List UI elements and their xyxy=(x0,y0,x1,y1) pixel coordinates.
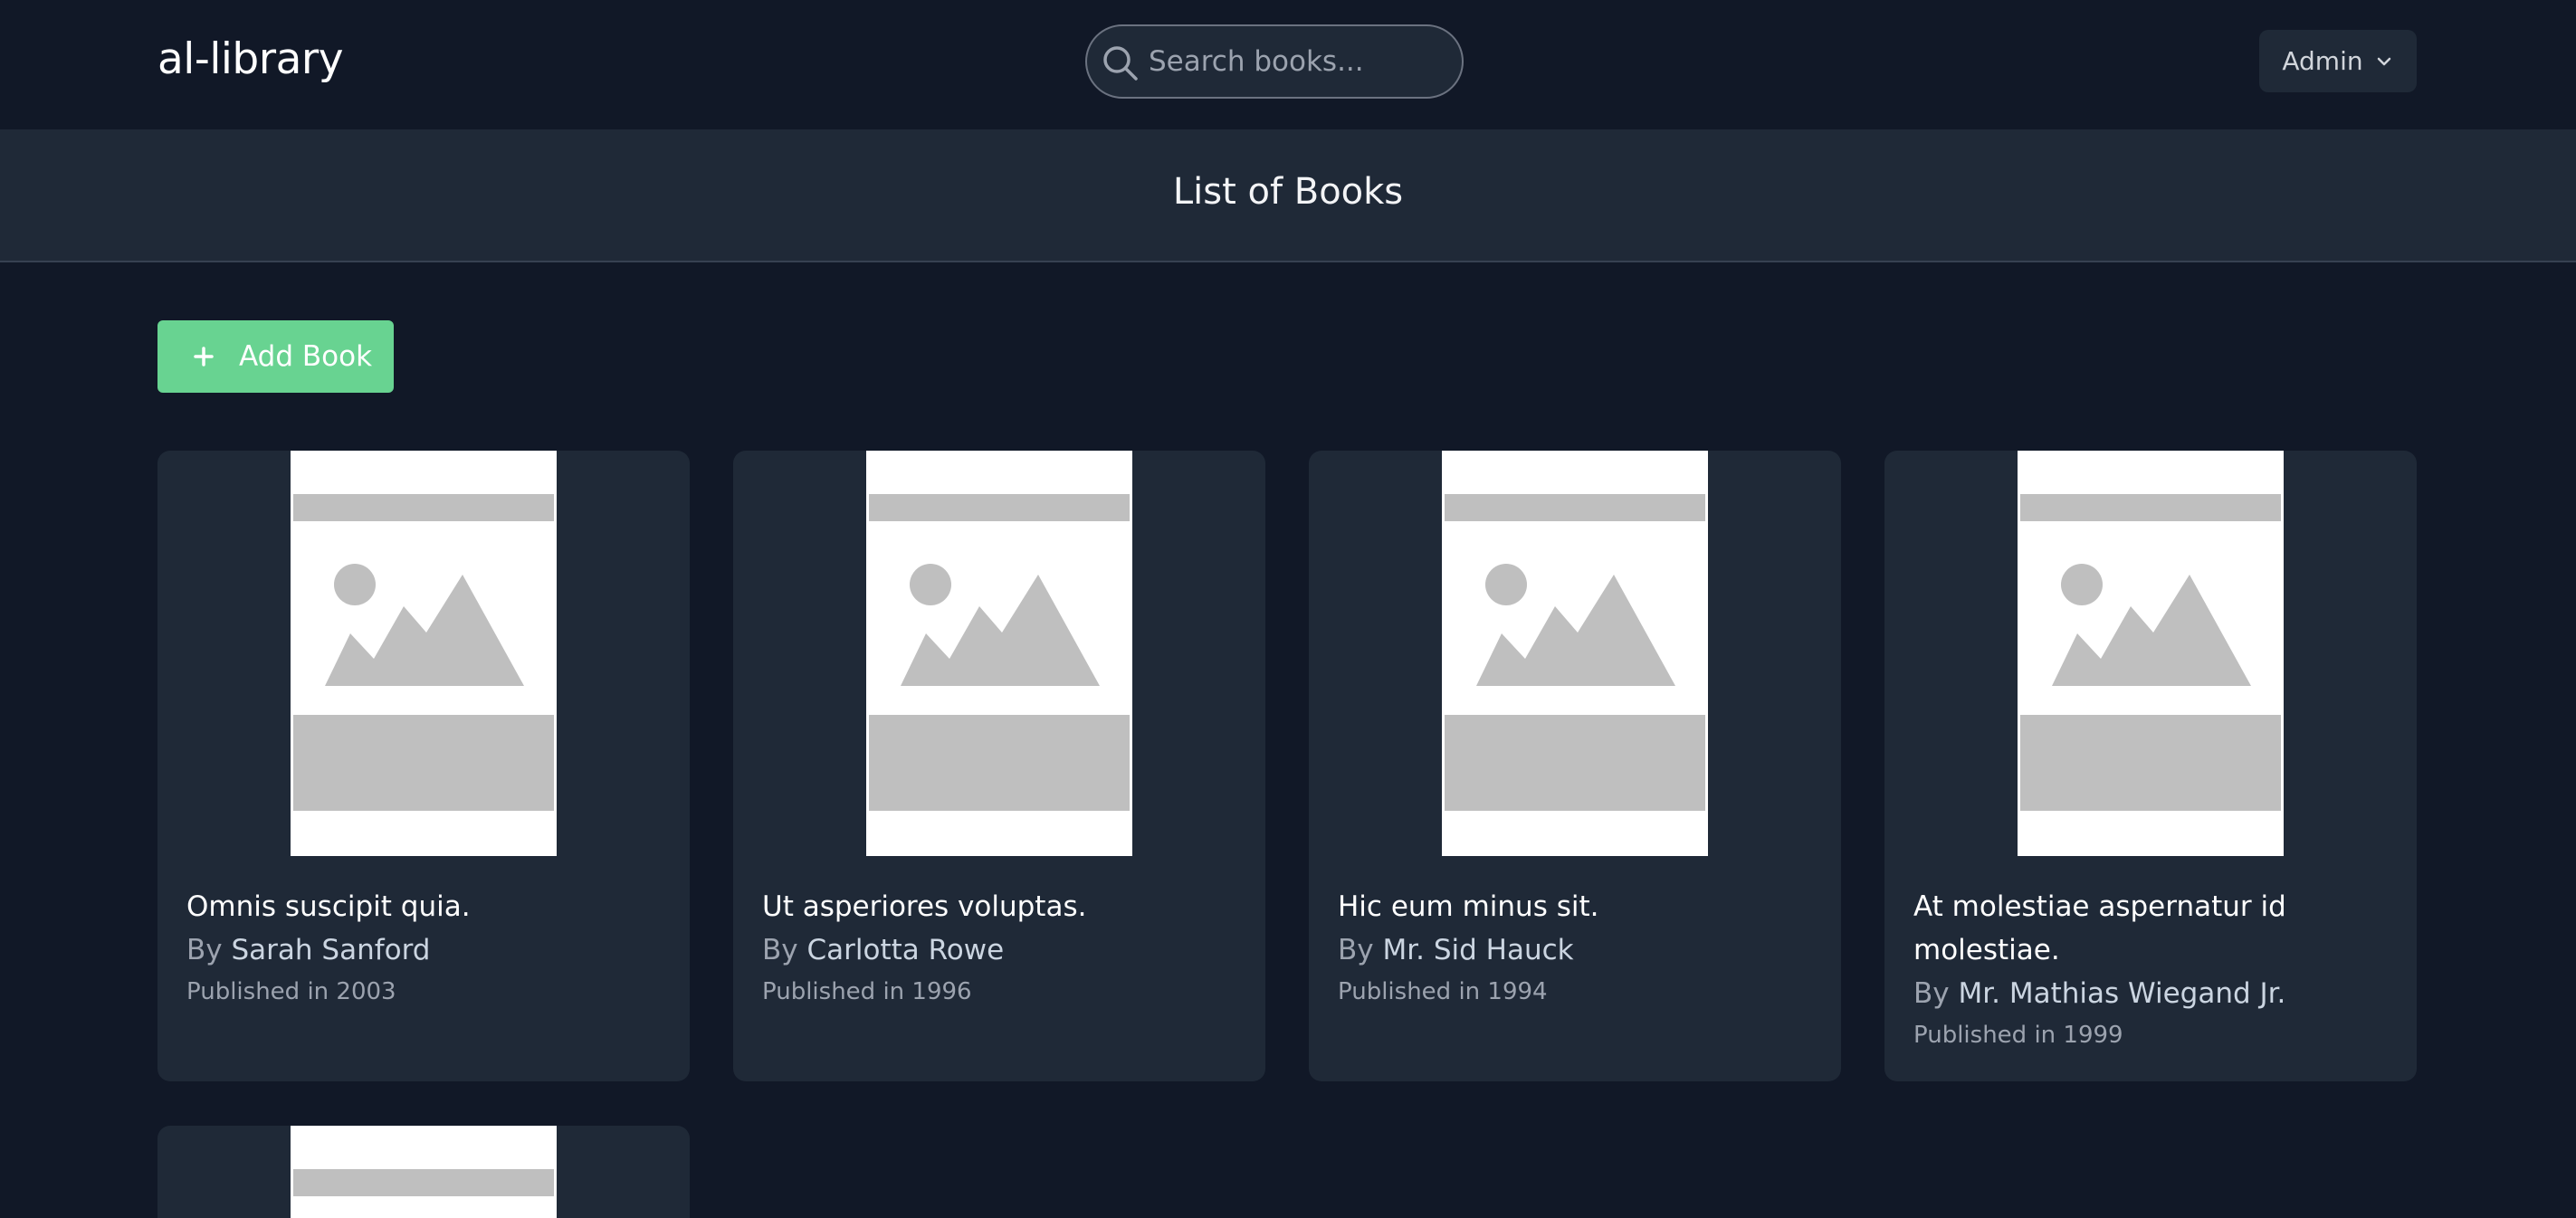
by-label: By xyxy=(1338,934,1374,966)
book-card[interactable] xyxy=(157,1126,690,1218)
book-author: By Carlotta Rowe xyxy=(762,928,1004,972)
add-book-button[interactable]: Add Book xyxy=(157,320,394,393)
search-icon xyxy=(1103,46,1138,81)
author-name[interactable]: Carlotta Rowe xyxy=(806,934,1004,966)
image-placeholder-icon xyxy=(2018,451,2284,856)
book-cover[interactable] xyxy=(2018,451,2284,856)
book-title[interactable]: Ut asperiores voluptas. xyxy=(762,885,1233,928)
author-name[interactable]: Mr. Sid Hauck xyxy=(1382,934,1573,966)
book-published: Published in 1999 xyxy=(1913,1022,2123,1049)
by-label: By xyxy=(186,934,223,966)
book-title[interactable]: Hic eum minus sit. xyxy=(1338,885,1808,928)
page-title: List of Books xyxy=(1172,171,1404,213)
user-menu-button[interactable]: Admin xyxy=(2259,30,2417,92)
book-author: By Mr. Mathias Wiegand Jr. xyxy=(1913,972,2285,1015)
image-placeholder-icon xyxy=(1442,451,1708,856)
top-navbar: al-library Admin xyxy=(0,0,2576,129)
book-title[interactable]: Omnis suscipit quia. xyxy=(186,885,657,928)
book-cover[interactable] xyxy=(291,1126,557,1218)
search-box[interactable] xyxy=(1085,24,1464,99)
book-title[interactable]: At molestiae aspernatur id molestiae. xyxy=(1913,885,2384,972)
book-published: Published in 2003 xyxy=(186,978,396,1005)
image-placeholder-icon xyxy=(291,1126,557,1218)
image-placeholder-icon xyxy=(866,451,1132,856)
page-header: List of Books xyxy=(0,129,2576,262)
book-cover[interactable] xyxy=(866,451,1132,856)
book-card[interactable]: Hic eum minus sit. By Mr. Sid Hauck Publ… xyxy=(1309,451,1841,1081)
book-author: By Mr. Sid Hauck xyxy=(1338,928,1574,972)
chevron-down-icon xyxy=(2377,57,2390,65)
author-name[interactable]: Mr. Mathias Wiegand Jr. xyxy=(1958,977,2285,1010)
book-published: Published in 1996 xyxy=(762,978,972,1005)
author-name[interactable]: Sarah Sanford xyxy=(231,934,430,966)
book-published: Published in 1994 xyxy=(1338,978,1548,1005)
add-book-label: Add Book xyxy=(239,340,373,373)
app-logo[interactable]: al-library xyxy=(157,34,344,84)
user-menu-label: Admin xyxy=(2282,46,2363,76)
book-card[interactable]: At molestiae aspernatur id molestiae. By… xyxy=(1884,451,2417,1081)
image-placeholder-icon xyxy=(291,451,557,856)
book-card[interactable]: Omnis suscipit quia. By Sarah Sanford Pu… xyxy=(157,451,690,1081)
book-author: By Sarah Sanford xyxy=(186,928,430,972)
plus-icon xyxy=(194,347,214,366)
by-label: By xyxy=(762,934,798,966)
book-cover[interactable] xyxy=(291,451,557,856)
search-input[interactable] xyxy=(1147,35,1445,88)
book-cover[interactable] xyxy=(1442,451,1708,856)
by-label: By xyxy=(1913,977,1950,1010)
book-card[interactable]: Ut asperiores voluptas. By Carlotta Rowe… xyxy=(733,451,1265,1081)
